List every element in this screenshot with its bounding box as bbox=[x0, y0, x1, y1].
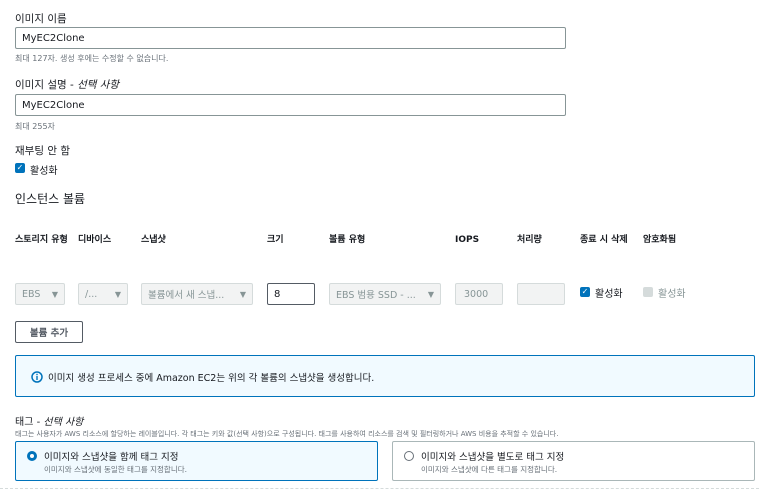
caret-down-icon: ▼ bbox=[427, 289, 434, 299]
col-size: 크기 bbox=[267, 235, 284, 245]
radio-option-title: 이미지와 스냅샷을 함께 태그 지정 bbox=[44, 452, 179, 463]
iops-input: 3000 bbox=[455, 283, 503, 305]
size-input[interactable] bbox=[267, 283, 315, 305]
add-volume-button[interactable]: 볼륨 추가 bbox=[15, 321, 83, 343]
info-alert-text: 이미지 생성 프로세스 중에 Amazon EC2는 위의 각 볼륨의 스냅샷을… bbox=[48, 373, 375, 384]
image-name-label: 이미지 이름 bbox=[15, 13, 67, 25]
col-encrypted: 암호화됨 bbox=[643, 235, 677, 245]
image-name-input[interactable] bbox=[15, 27, 566, 49]
throughput-input bbox=[517, 283, 565, 305]
caret-down-icon: ▼ bbox=[114, 289, 121, 299]
col-iops: IOPS bbox=[455, 235, 480, 245]
optional-text: 선택 사항 bbox=[77, 79, 120, 91]
instance-volumes-title: 인스턴스 볼륨 bbox=[15, 192, 86, 206]
encrypted-label: 활성화 bbox=[658, 289, 686, 300]
radio-button[interactable] bbox=[404, 451, 414, 461]
no-reboot-checkbox-label: 활성화 bbox=[30, 166, 58, 177]
image-description-hint: 최대 255자 bbox=[15, 122, 55, 131]
col-volume-type: 볼륨 유형 bbox=[329, 235, 366, 245]
radio-button[interactable] bbox=[27, 451, 37, 461]
col-delete-on-termination: 종료 시 삭제 bbox=[580, 235, 628, 245]
image-name-hint: 최대 127자. 생성 후에는 수정할 수 없습니다. bbox=[15, 54, 169, 63]
tags-description: 태그는 사용자가 AWS 리소스에 할당하는 레이블입니다. 각 태그는 키와 … bbox=[15, 430, 559, 438]
info-alert: 이미지 생성 프로세스 중에 Amazon EC2는 위의 각 볼륨의 스냅샷을… bbox=[15, 355, 755, 397]
radio-tag-separately[interactable]: 이미지와 스냅샷을 별도로 태그 지정 이미지와 스냅샷에 다른 태그를 지정합… bbox=[392, 441, 755, 481]
radio-option-title: 이미지와 스냅샷을 별도로 태그 지정 bbox=[421, 452, 565, 463]
caret-down-icon: ▼ bbox=[239, 289, 246, 299]
divider bbox=[0, 488, 759, 489]
optional-text: 선택 사항 bbox=[43, 417, 84, 428]
radio-option-desc: 이미지와 스냅샷에 다른 태그를 지정합니다. bbox=[421, 465, 558, 474]
image-description-label: 이미지 설명 - 선택 사항 bbox=[15, 79, 120, 91]
delete-on-termination-label: 활성화 bbox=[595, 289, 623, 300]
radio-tag-together[interactable]: 이미지와 스냅샷을 함께 태그 지정 이미지와 스냅샷에 동일한 태그를 지정합… bbox=[15, 441, 378, 481]
tags-label: 태그 - 선택 사항 bbox=[15, 417, 84, 428]
image-description-input[interactable] bbox=[15, 94, 566, 116]
device-select: /... ▼ bbox=[78, 283, 128, 305]
radio-option-desc: 이미지와 스냅샷에 동일한 태그를 지정합니다. bbox=[44, 465, 188, 474]
volume-type-select: EBS 범용 SSD - ... ▼ bbox=[329, 283, 441, 305]
col-throughput: 처리량 bbox=[517, 235, 542, 245]
encrypted-checkbox bbox=[643, 287, 653, 297]
caret-down-icon: ▼ bbox=[51, 289, 58, 299]
col-storage-type: 스토리지 유형 bbox=[15, 235, 68, 245]
no-reboot-checkbox[interactable]: ✓ bbox=[15, 163, 25, 173]
snapshot-select: 볼륨에서 새 스냅... ▼ bbox=[141, 283, 253, 305]
info-icon bbox=[31, 371, 43, 383]
delete-on-termination-checkbox[interactable]: ✓ bbox=[580, 287, 590, 297]
col-snapshot: 스냅샷 bbox=[141, 235, 166, 245]
no-reboot-label: 재부팅 안 함 bbox=[15, 145, 70, 157]
storage-type-select: EBS ▼ bbox=[15, 283, 65, 305]
col-device: 디바이스 bbox=[78, 235, 112, 245]
